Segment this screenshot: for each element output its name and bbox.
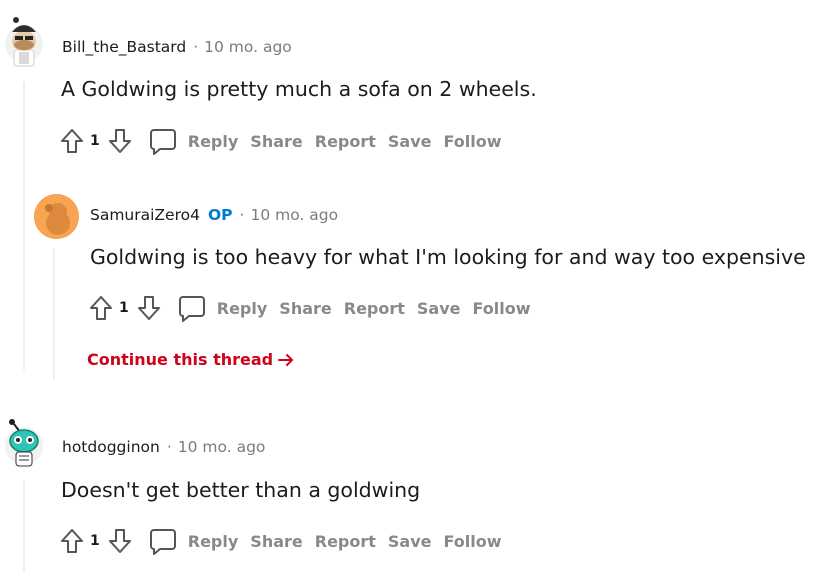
comment-timestamp[interactable]: 10 mo. ago (178, 438, 266, 456)
downvote-icon[interactable] (106, 125, 134, 157)
avatar[interactable] (4, 14, 44, 68)
reply-button[interactable]: Reply (188, 532, 239, 551)
avatar[interactable] (34, 194, 79, 239)
comment-actions: 1 Reply Share Report Save Follow (87, 292, 531, 324)
report-button[interactable]: Report (344, 299, 405, 318)
continue-thread-link[interactable]: Continue this thread (87, 350, 294, 369)
vote-count: 1 (90, 133, 100, 149)
comment-body: Doesn't get better than a goldwing (61, 478, 421, 502)
speech-bubble-icon[interactable] (148, 126, 178, 156)
comment-actions: 1 Reply Share Report Save Follow (58, 525, 502, 557)
follow-button[interactable]: Follow (444, 532, 502, 551)
share-button[interactable]: Share (279, 299, 331, 318)
share-button[interactable]: Share (250, 532, 302, 551)
comment-timestamp[interactable]: 10 mo. ago (204, 38, 292, 56)
comment-body: A Goldwing is pretty much a sofa on 2 wh… (61, 77, 537, 101)
save-button[interactable]: Save (417, 299, 461, 318)
comment-actions: 1 Reply Share Report Save Follow (58, 125, 502, 157)
continue-thread-label: Continue this thread (87, 350, 274, 369)
report-button[interactable]: Report (315, 532, 376, 551)
speech-bubble-icon[interactable] (177, 293, 207, 323)
save-button[interactable]: Save (388, 532, 432, 551)
report-button[interactable]: Report (315, 132, 376, 151)
follow-button[interactable]: Follow (444, 132, 502, 151)
thread-line[interactable] (23, 480, 25, 572)
comment-body: Goldwing is too heavy for what I'm looki… (90, 245, 806, 269)
follow-button[interactable]: Follow (473, 299, 531, 318)
share-button[interactable]: Share (250, 132, 302, 151)
downvote-icon[interactable] (106, 525, 134, 557)
thread-line[interactable] (23, 82, 25, 370)
thread-line[interactable] (53, 248, 55, 380)
upvote-icon[interactable] (58, 125, 86, 157)
comment-author[interactable]: hotdogginon (62, 438, 160, 456)
reply-button[interactable]: Reply (217, 299, 268, 318)
comment-timestamp[interactable]: 10 mo. ago (250, 206, 338, 224)
comment-author[interactable]: Bill_the_Bastard (62, 38, 186, 56)
comment-author[interactable]: SamuraiZero4 (90, 206, 200, 224)
speech-bubble-icon[interactable] (148, 526, 178, 556)
arrow-right-icon (278, 353, 294, 367)
reply-button[interactable]: Reply (188, 132, 239, 151)
upvote-icon[interactable] (58, 525, 86, 557)
vote-count: 1 (90, 533, 100, 549)
meta-separator: · (239, 206, 245, 224)
meta-separator: · (166, 438, 172, 456)
save-button[interactable]: Save (388, 132, 432, 151)
downvote-icon[interactable] (135, 292, 163, 324)
op-badge: OP (207, 206, 233, 224)
vote-count: 1 (119, 300, 129, 316)
meta-separator: · (193, 38, 199, 56)
upvote-icon[interactable] (87, 292, 115, 324)
avatar[interactable] (4, 414, 44, 468)
